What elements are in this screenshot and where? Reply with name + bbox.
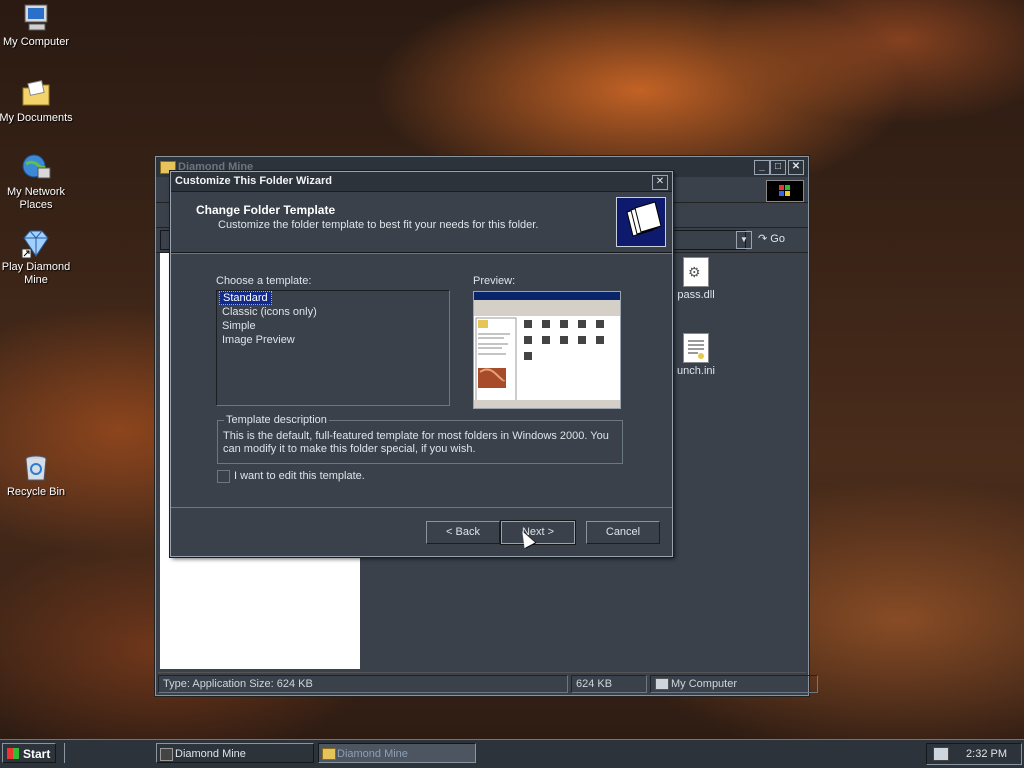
status-zone-label: My Computer: [671, 678, 738, 690]
go-button[interactable]: ↷ Go: [758, 231, 800, 247]
choose-template-label: Choose a template:: [216, 275, 312, 287]
quick-launch: [64, 743, 149, 763]
start-label: Start: [23, 747, 51, 761]
clock[interactable]: 2:32 PM: [966, 744, 1007, 764]
go-label: Go: [770, 233, 785, 245]
status-zone: My Computer: [650, 675, 818, 693]
taskbar-item[interactable]: Diamond Mine: [156, 743, 314, 763]
template-listbox[interactable]: Standard Classic (icons only) Simple Ima…: [216, 290, 450, 406]
template-option[interactable]: Simple: [217, 319, 449, 333]
desktop-icon-my-documents[interactable]: My Documents: [0, 78, 74, 125]
status-info: Type: Application Size: 624 KB: [158, 675, 568, 693]
cancel-button[interactable]: Cancel: [586, 521, 660, 544]
network-places-icon: [20, 152, 52, 184]
wizard-header: Change Folder Template Customize the fol…: [171, 192, 672, 253]
template-option[interactable]: Image Preview: [217, 333, 449, 347]
computer-icon: [20, 2, 52, 34]
desktop-icon-label: My Documents: [0, 112, 73, 124]
desktop-icon-my-network-places[interactable]: My Network Places: [0, 152, 74, 212]
desktop-icon-label: Recycle Bin: [6, 486, 66, 498]
desktop-icon-label: My Computer: [2, 36, 70, 48]
folder-documents-icon: [20, 78, 52, 110]
desktop-icon-label: My Network Places: [6, 186, 66, 211]
maximize-button[interactable]: □: [770, 160, 786, 175]
status-size: 624 KB: [571, 675, 647, 693]
go-arrow-icon: ↷: [758, 233, 768, 245]
taskbar-item-label: Diamond Mine: [175, 748, 246, 760]
wizard-heading: Change Folder Template: [196, 203, 336, 217]
template-description-group: Template description This is the default…: [217, 414, 623, 464]
file-name: pass.dll: [677, 289, 715, 301]
minimize-button[interactable]: _: [754, 160, 770, 175]
desktop-icon-play-diamond-mine[interactable]: Play Diamond Mine: [0, 227, 74, 287]
preview-label: Preview:: [473, 275, 516, 287]
taskbar: Start Diamond Mine Diamond Mine 2:32 PM: [0, 739, 1024, 768]
address-dropdown-button[interactable]: ▼: [736, 231, 752, 249]
template-description-legend: Template description: [224, 414, 329, 426]
next-button[interactable]: Next >: [500, 520, 576, 545]
computer-icon: [655, 678, 669, 690]
file-item[interactable]: ⚙ pass.dll: [666, 257, 726, 301]
recycle-bin-icon: [20, 452, 52, 484]
folder-icon: [322, 748, 336, 760]
wizard-subheading: Customize the folder template to best fi…: [218, 219, 539, 231]
status-bar: Type: Application Size: 624 KB 624 KB My…: [158, 672, 818, 693]
ini-file-icon: [683, 333, 709, 363]
windows-logo-icon: [7, 748, 19, 759]
edit-template-checkbox[interactable]: [217, 470, 230, 483]
back-button[interactable]: < Back: [426, 521, 500, 544]
header-separator: [171, 253, 672, 254]
wizard-close-button[interactable]: ✕: [652, 175, 668, 190]
network-tray-icon[interactable]: [933, 747, 949, 761]
wizard-title: Customize This Folder Wizard: [175, 175, 332, 187]
footer-separator: [171, 507, 672, 508]
edit-template-label[interactable]: I want to edit this template.: [234, 470, 365, 482]
template-option[interactable]: Standard: [217, 291, 449, 305]
file-name: unch.ini: [677, 365, 715, 377]
desktop-icon-recycle-bin[interactable]: Recycle Bin: [0, 452, 74, 499]
folder-template-icon: [616, 197, 666, 247]
diamond-icon: [20, 227, 52, 259]
wizard-title-bar[interactable]: Customize This Folder Wizard: [171, 172, 672, 192]
close-button[interactable]: ✕: [788, 160, 804, 175]
template-preview-image: [473, 291, 621, 409]
dll-gear-icon: ⚙: [683, 257, 709, 287]
customize-folder-wizard: Customize This Folder Wizard ✕ Change Fo…: [170, 171, 673, 557]
windows-logo-icon: [766, 180, 804, 202]
desktop-icon-my-computer[interactable]: My Computer: [0, 2, 74, 49]
taskbar-item-active[interactable]: Diamond Mine: [318, 743, 476, 763]
taskbar-item-label: Diamond Mine: [337, 748, 408, 760]
start-button[interactable]: Start: [2, 743, 56, 763]
diamond-app-icon: [160, 748, 173, 761]
desktop-icon-label: Play Diamond Mine: [1, 261, 71, 286]
template-option[interactable]: Classic (icons only): [217, 305, 449, 319]
system-tray: 2:32 PM: [926, 743, 1022, 765]
template-description-text: This is the default, full-featured templ…: [223, 430, 609, 455]
file-item[interactable]: unch.ini: [666, 333, 726, 377]
